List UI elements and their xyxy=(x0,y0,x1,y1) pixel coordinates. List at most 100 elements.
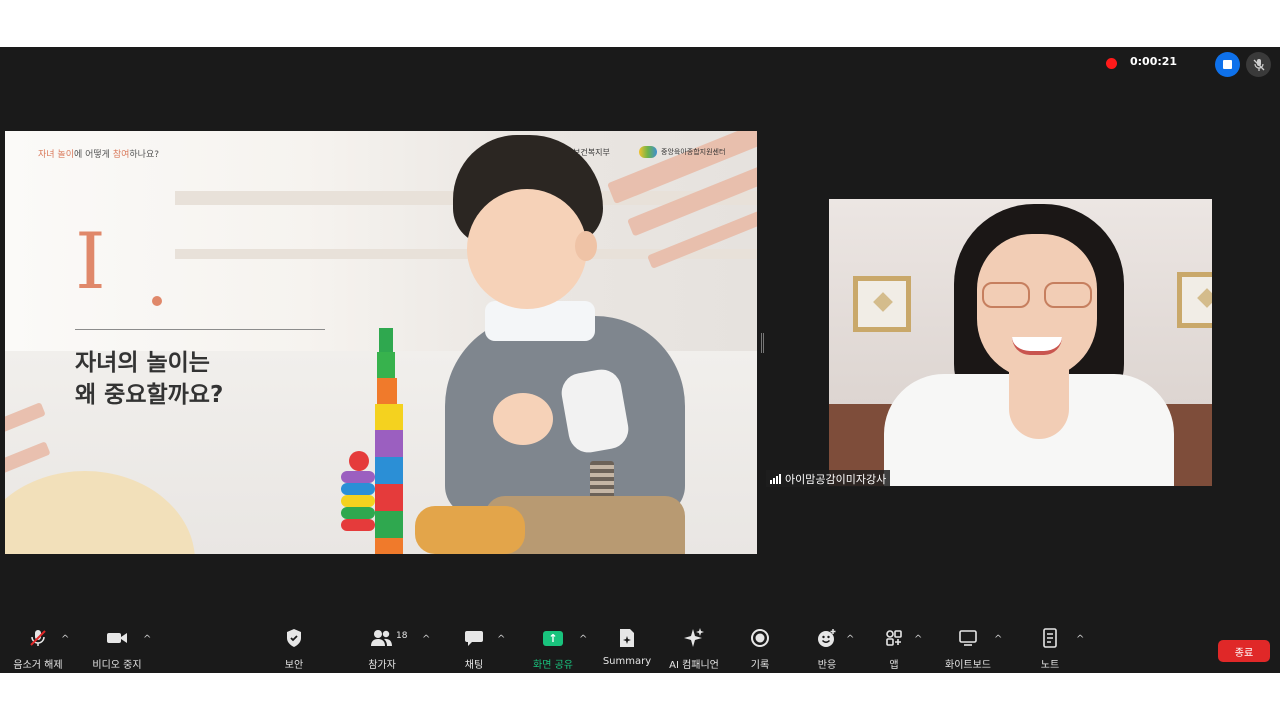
signal-strength-icon xyxy=(770,473,781,484)
heart-decoration xyxy=(873,292,893,312)
summary-icon xyxy=(620,629,634,647)
emoji-icon xyxy=(818,629,836,647)
toy-block xyxy=(375,538,403,554)
child-sock xyxy=(415,506,525,554)
reactions-button[interactable]: 반응 xyxy=(810,625,844,673)
end-meeting-button[interactable]: 종료 xyxy=(1218,640,1270,662)
panel-splitter-handle[interactable] xyxy=(761,333,764,353)
chevron-up-icon[interactable]: ^ xyxy=(497,634,505,645)
stacking-ring xyxy=(341,507,375,519)
stacking-ring xyxy=(341,519,375,531)
record-button[interactable]: 기록 xyxy=(744,625,776,673)
stacking-ring xyxy=(349,451,369,471)
stop-video-label: 비디오 중지 xyxy=(92,660,142,671)
topic-text: 하나요? xyxy=(129,150,160,160)
whiteboard-label: 화이트보드 xyxy=(945,660,991,671)
speaker-neck xyxy=(1009,369,1069,439)
toy-block xyxy=(375,430,403,457)
topic-highlight: 참여 xyxy=(112,150,130,160)
toy-block xyxy=(377,378,397,404)
chevron-up-icon[interactable]: ^ xyxy=(994,634,1002,645)
chevron-up-icon[interactable]: ^ xyxy=(579,634,587,645)
apps-label: 앱 xyxy=(889,660,899,671)
notes-icon xyxy=(1043,628,1057,648)
toy-block xyxy=(379,328,393,352)
record-icon xyxy=(751,629,769,647)
toy-block xyxy=(375,404,403,430)
notes-label: 노트 xyxy=(1040,660,1060,671)
center-logo-icon xyxy=(639,146,657,158)
chevron-up-icon[interactable]: ^ xyxy=(61,634,69,645)
meeting-window: 0:00:21 자녀 놀이에 어떻게 참여하나요? 보건복지부 중앙육아종합지원… xyxy=(0,47,1280,673)
recording-timer: 0:00:21 xyxy=(1130,55,1178,68)
ai-companion-label: AI 컴패니언 xyxy=(669,660,719,671)
participant-name: 아이맘공감이미자강사 xyxy=(785,472,887,486)
summary-button[interactable]: Summary xyxy=(602,625,652,673)
participant-video-tile[interactable] xyxy=(829,199,1212,486)
wall-frame xyxy=(1177,272,1212,328)
chat-label: 채팅 xyxy=(464,660,484,671)
shield-icon xyxy=(287,629,301,647)
child-ear xyxy=(575,231,597,261)
record-label: 기록 xyxy=(750,660,770,671)
participants-icon xyxy=(371,630,392,646)
stop-icon xyxy=(1223,60,1232,69)
chevron-up-icon[interactable]: ^ xyxy=(846,634,854,645)
reactions-label: 반응 xyxy=(817,660,837,671)
headline-line: 자녀의 놀이는 xyxy=(75,350,210,376)
mic-off-icon xyxy=(1253,58,1264,71)
apps-icon xyxy=(886,630,902,646)
stacking-ring xyxy=(341,483,375,495)
mic-off-icon xyxy=(30,630,46,646)
participants-count-badge: 18 xyxy=(396,631,408,641)
unmute-label: 음소거 해제 xyxy=(13,660,63,671)
section-numeral: I xyxy=(75,217,106,307)
chat-button[interactable]: 채팅 xyxy=(458,625,490,673)
share-screen-label: 화면 공유 xyxy=(533,660,573,671)
numeral-dot xyxy=(152,296,162,306)
chevron-up-icon[interactable]: ^ xyxy=(1076,634,1084,645)
apps-button[interactable]: 앱 xyxy=(878,625,910,673)
chevron-up-icon[interactable]: ^ xyxy=(914,634,922,645)
shared-slide: 자녀 놀이에 어떻게 참여하나요? 보건복지부 중앙육아종합지원센터 I 자녀의… xyxy=(5,131,757,554)
summary-label: Summary xyxy=(602,656,652,667)
toy-block xyxy=(375,511,403,538)
toy-block xyxy=(375,457,403,484)
mic-muted-button[interactable] xyxy=(1246,52,1271,77)
headline-line: 왜 중요할까요? xyxy=(75,382,224,408)
toy-block xyxy=(377,352,395,378)
meeting-toolbar: 음소거 해제 ^ 비디오 중지 ^ 보안 참가자 18 ^ 채팅 ^ ↑ 화면 … xyxy=(0,625,1280,673)
whiteboard-icon xyxy=(959,630,977,646)
stop-recording-button[interactable] xyxy=(1215,52,1240,77)
share-screen-icon: ↑ xyxy=(543,630,563,646)
whiteboard-button[interactable]: 화이트보드 xyxy=(940,625,996,673)
heart-decoration xyxy=(1197,288,1212,308)
stop-video-button[interactable]: 비디오 중지 xyxy=(88,625,146,673)
notes-button[interactable]: 노트 xyxy=(1034,625,1066,673)
slide-headline: 자녀의 놀이는 왜 중요할까요? xyxy=(75,347,223,411)
recording-dot-icon xyxy=(1106,58,1117,69)
divider xyxy=(75,329,325,330)
speaker-glasses xyxy=(982,282,1094,308)
recording-bar: 0:00:21 xyxy=(0,47,1280,81)
ai-companion-button[interactable]: AI 컴패니언 xyxy=(666,625,722,673)
child-hand xyxy=(493,393,553,445)
unmute-button[interactable]: 음소거 해제 xyxy=(10,625,66,673)
chevron-up-icon[interactable]: ^ xyxy=(143,634,151,645)
participants-label: 참가자 xyxy=(368,660,396,671)
share-screen-button[interactable]: ↑ 화면 공유 xyxy=(528,625,578,673)
chevron-up-icon[interactable]: ^ xyxy=(422,634,430,645)
security-label: 보안 xyxy=(284,660,304,671)
child-face xyxy=(467,189,587,309)
center-logo: 중앙육아종합지원센터 xyxy=(639,146,725,158)
center-logo-text: 중앙육아종합지원센터 xyxy=(661,148,726,156)
chat-icon xyxy=(465,631,483,646)
topic-highlight: 자녀 놀이 xyxy=(38,150,74,160)
wall-frame xyxy=(853,276,911,332)
participant-name-tag: 아이맘공감이미자강사 xyxy=(766,470,891,487)
sparkle-icon xyxy=(684,628,704,647)
security-button[interactable]: 보안 xyxy=(278,625,310,673)
topic-text: 에 어떻게 xyxy=(73,150,113,160)
slide-topic: 자녀 놀이에 어떻게 참여하나요? xyxy=(38,147,159,160)
stacking-ring xyxy=(341,471,375,483)
